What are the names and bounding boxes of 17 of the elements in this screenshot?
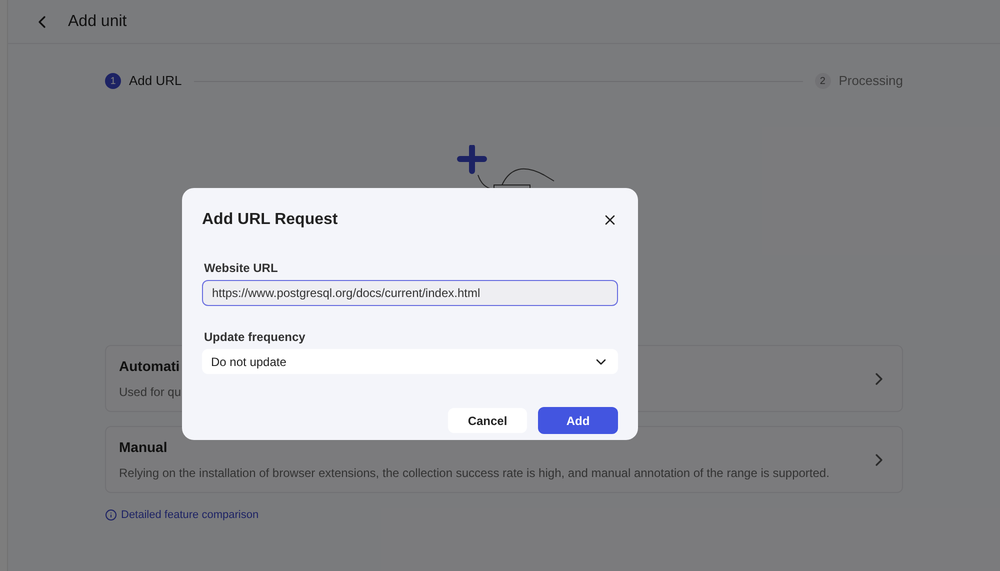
step-number: 2 [814,73,831,89]
add-button[interactable]: Add [538,407,618,434]
field-label: Website URL [204,260,279,277]
info-icon [105,509,117,522]
step-number: 1 [105,73,121,89]
card-description: Relying on the installation of browser extensions, the collection success rate is high, and manual annotation of the range is supported. [119,465,830,482]
card-title: Automati [119,357,180,376]
url-field[interactable]: https://www.postgresql.org/docs/current/index.html [202,280,618,306]
dialog-title: Add URL Request [202,210,338,230]
card-title: Manual [119,438,168,457]
step-label: Add URL [129,72,182,90]
field-label: Update frequency [204,329,306,346]
page-title: Add unit [68,12,127,32]
card-description: Used for qu [119,384,182,401]
frequency-select[interactable]: Do not update [202,349,618,374]
step-label: Processing [838,72,903,90]
cancel-button[interactable]: Cancel [448,408,527,433]
